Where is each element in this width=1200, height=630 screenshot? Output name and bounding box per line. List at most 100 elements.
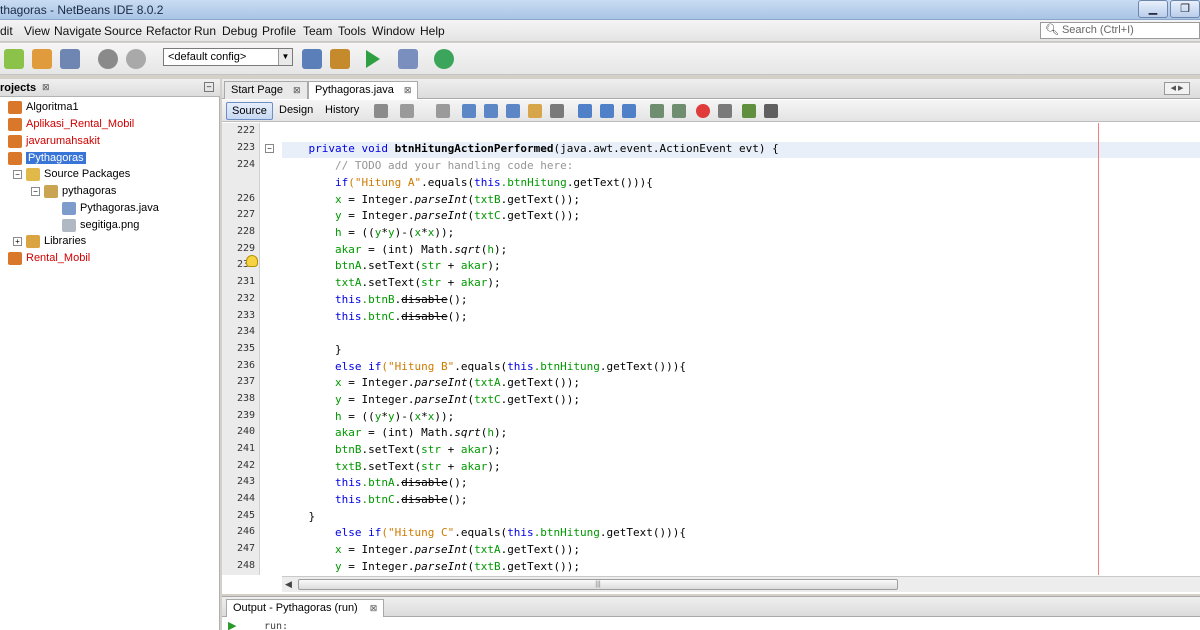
new-project-icon[interactable] [32,49,52,69]
horizontal-scrollbar[interactable]: ◀ ||| [282,576,1200,592]
tree-item-pythagoras[interactable]: Pythagoras [8,150,86,166]
minimize-button[interactable]: ▁ [1138,0,1168,18]
close-icon[interactable]: ⊠ [42,82,50,93]
run-icon[interactable] [366,50,380,68]
menu-run[interactable]: Run [194,24,216,38]
collapse-toggle[interactable]: − [31,187,40,196]
profile-icon[interactable] [434,49,454,69]
tree-label: pythagoras [62,185,117,197]
menu-debug[interactable]: Debug [222,24,257,38]
tab-start-page[interactable]: Start Page ⊠ [224,81,308,99]
config-select[interactable]: <default config> ▼ [163,48,293,66]
code-line-246: else if("Hitung C".equals(this.btnHitung… [282,526,687,539]
find-previous-icon[interactable] [484,104,498,118]
code-line-224: // TODO add your handling code here: [282,159,574,172]
forward-icon[interactable] [436,104,450,118]
tree-item-libraries[interactable]: Libraries [26,233,86,249]
fold-toggle[interactable]: − [265,144,274,153]
tab-pythagoras-java[interactable]: Pythagoras.java ⊠ [308,81,419,99]
menu-window[interactable]: Window [372,24,415,38]
menu-navigate[interactable]: Navigate [54,24,101,38]
window-controls: ▁ ❐ [1136,0,1200,18]
tree-item-segitiga-png[interactable]: segitiga.png [62,217,139,233]
scroll-left-icon[interactable]: ◀ [285,579,292,590]
design-view-button[interactable]: Design [274,102,318,120]
history-view-button[interactable]: History [320,102,364,120]
tree-item-aplikasi-rental-mobil[interactable]: Aplikasi_Rental_Mobil [8,116,134,132]
source-view-button[interactable]: Source [226,102,273,120]
maximize-button[interactable]: ❐ [1170,0,1200,18]
toggle-bookmark-icon[interactable] [622,104,636,118]
fold-column [260,123,282,575]
shift-right-icon[interactable] [672,104,686,118]
toggle-highlight-icon[interactable] [528,104,542,118]
tree-item-pythagoras-package[interactable]: pythagoras [44,183,116,199]
search-input[interactable]: 🔍︎ Search (Ctrl+I) [1040,22,1200,39]
close-icon[interactable]: ⊠ [404,85,412,95]
code-line-233: this.btnC.disable(); [282,310,468,323]
build-hammer-icon[interactable] [302,49,322,69]
tree-item-pythagoras-java[interactable]: Pythagoras.java [62,200,159,216]
menu-help[interactable]: Help [420,24,445,38]
open-project-icon[interactable] [60,49,80,69]
close-icon[interactable]: ⊠ [293,85,301,95]
line-number: 241 [236,443,255,454]
code-line-225: if("Hitung A".equals(this.btnHitung.getT… [282,176,653,189]
config-value: <default config> [168,51,247,63]
uncomment-icon[interactable] [764,104,778,118]
menu-view[interactable]: View [24,24,50,38]
prev-bookmark-icon[interactable] [578,104,592,118]
line-number: 243 [236,476,255,487]
code-area[interactable]: private void btnHitungActionPerformed(ja… [282,123,1200,575]
expand-toggle[interactable]: + [13,237,22,246]
toggle-rect-select-icon[interactable] [550,104,564,118]
menu-tools[interactable]: Tools [338,24,366,38]
code-line-243: this.btnA.disable(); [282,476,468,489]
tab-nav-arrows[interactable]: ◀ ▶ [1164,82,1190,95]
line-number-gutter: 222 223 224 226 227 228 229 230 231 232 … [222,123,260,575]
redo-icon[interactable] [126,49,146,69]
start-macro-icon[interactable] [696,104,710,118]
line-number: 236 [236,360,255,371]
line-number: 246 [236,526,255,537]
tree-label: javarumahsakit [26,135,100,147]
debug-icon[interactable] [398,49,418,69]
tab-output[interactable]: Output - Pythagoras (run) ⊠ [226,599,385,617]
close-icon[interactable]: ⊠ [370,603,378,613]
find-icon[interactable] [462,104,476,118]
chevron-down-icon[interactable]: ▼ [278,49,292,65]
last-edit-icon[interactable] [374,104,388,118]
code-line-247: x = Integer.parseInt(txtA.getText()); [282,543,581,556]
code-line-227: y = Integer.parseInt(txtC.getText()); [282,209,581,222]
projects-tab[interactable]: rojects ⊠ – [0,79,220,97]
back-icon[interactable] [400,104,414,118]
tab-label: Pythagoras.java [315,84,394,96]
stop-macro-icon[interactable] [718,104,732,118]
menu-source[interactable]: Source [104,24,142,38]
menu-refactor[interactable]: Refactor [146,24,191,38]
tree-item-rental-mobil[interactable]: Rental_Mobil [8,250,90,266]
scrollbar-thumb[interactable]: ||| [298,579,898,590]
menu-profile[interactable]: Profile [262,24,296,38]
menu-team[interactable]: Team [303,24,332,38]
clean-build-icon[interactable] [330,49,350,69]
tree-item-algoritma1[interactable]: Algoritma1 [8,99,79,115]
output-panel: Output - Pythagoras (run) ⊠ ▶ run: [222,596,1200,630]
shift-left-icon[interactable] [650,104,664,118]
minimize-panel-button[interactable]: – [204,82,214,92]
tree-item-javarumahsakit[interactable]: javarumahsakit [8,133,100,149]
menu-edit[interactable]: dit [0,24,13,38]
comment-icon[interactable] [742,104,756,118]
lightbulb-hint-icon[interactable] [246,255,258,267]
next-bookmark-icon[interactable] [600,104,614,118]
code-line-238: y = Integer.parseInt(txtC.getText()); [282,393,581,406]
undo-icon[interactable] [98,49,118,69]
collapse-toggle[interactable]: − [13,170,22,179]
projects-panel: rojects ⊠ – Algoritma1 Aplikasi_Rental_M… [0,79,220,630]
tree-item-source-packages[interactable]: Source Packages [26,166,130,182]
line-number: 248 [236,560,255,571]
find-next-icon[interactable] [506,104,520,118]
rerun-icon[interactable]: ▶ [228,619,242,630]
new-file-icon[interactable] [4,49,24,69]
line-number: 228 [236,226,255,237]
